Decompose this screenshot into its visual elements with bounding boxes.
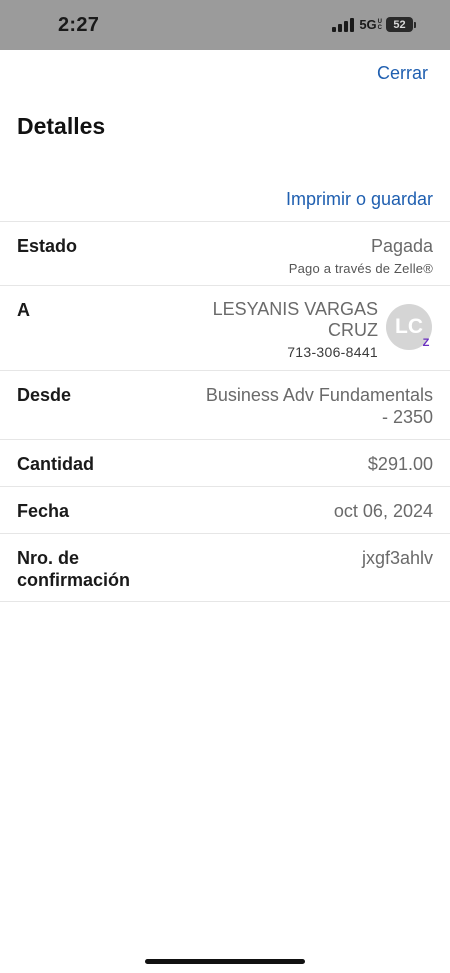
detail-row-date: Fecha oct 06, 2024	[0, 486, 450, 533]
status-subtext: Pago a través de Zelle®	[288, 261, 433, 276]
details-list: Estado Pagada Pago a través de Zelle® A …	[0, 221, 450, 602]
status-bar: 2:27 5G U C 52	[0, 0, 450, 50]
recipient-name-line1: LESYANIS VARGAS	[212, 299, 378, 319]
print-or-save-link[interactable]: Imprimir o guardar	[286, 189, 433, 210]
recipient-label: A	[17, 300, 30, 320]
amount-label: Cantidad	[17, 454, 95, 474]
zelle-icon: Z	[422, 337, 430, 349]
from-value-line1: Business Adv Fundamentals	[205, 385, 433, 405]
network-type: 5G	[359, 17, 377, 32]
status-value: Pagada	[370, 236, 433, 256]
status-time: 2:27	[58, 14, 100, 36]
date-label: Fecha	[17, 501, 70, 521]
status-label: Estado	[17, 236, 78, 256]
confirmation-value: jxgf3ahlv	[361, 548, 433, 568]
amount-value: $291.00	[367, 454, 433, 474]
signal-icon	[332, 17, 355, 32]
battery-level: 52	[393, 18, 406, 31]
from-value: Business Adv Fundamentals - 2350	[206, 384, 433, 428]
confirmation-label-line2: confirmación	[17, 570, 131, 590]
from-label: Desde	[17, 385, 72, 405]
battery-nub	[414, 21, 416, 28]
detail-row-from: Desde Business Adv Fundamentals - 2350	[0, 370, 450, 439]
page-title: Detalles	[17, 113, 106, 139]
recipient-name-line2: CRUZ	[328, 320, 378, 340]
confirmation-label-line1: Nro. de	[17, 548, 80, 568]
detail-row-amount: Cantidad $291.00	[0, 439, 450, 486]
network-uc-indicator: U C	[377, 18, 382, 31]
from-value-line2: - 2350	[381, 407, 433, 427]
home-indicator[interactable]	[145, 959, 305, 964]
status-indicators: 5G U C 52	[332, 17, 416, 32]
date-value: oct 06, 2024	[333, 501, 433, 521]
detail-row-recipient: A LESYANIS VARGAS CRUZ 713-306-8441 LC Z	[0, 285, 450, 370]
battery-icon: 52	[386, 17, 413, 32]
status-value-group: Pagada Pago a través de Zelle®	[289, 235, 433, 278]
close-button[interactable]: Cerrar	[377, 63, 428, 84]
recipient-phone: 713-306-8441	[287, 344, 378, 360]
confirmation-label: Nro. de confirmación	[17, 547, 130, 591]
detail-row-confirmation: Nro. de confirmación jxgf3ahlv	[0, 533, 450, 602]
detail-row-status: Estado Pagada Pago a través de Zelle®	[0, 221, 450, 285]
recipient-info: LESYANIS VARGAS CRUZ 713-306-8441	[213, 299, 378, 360]
